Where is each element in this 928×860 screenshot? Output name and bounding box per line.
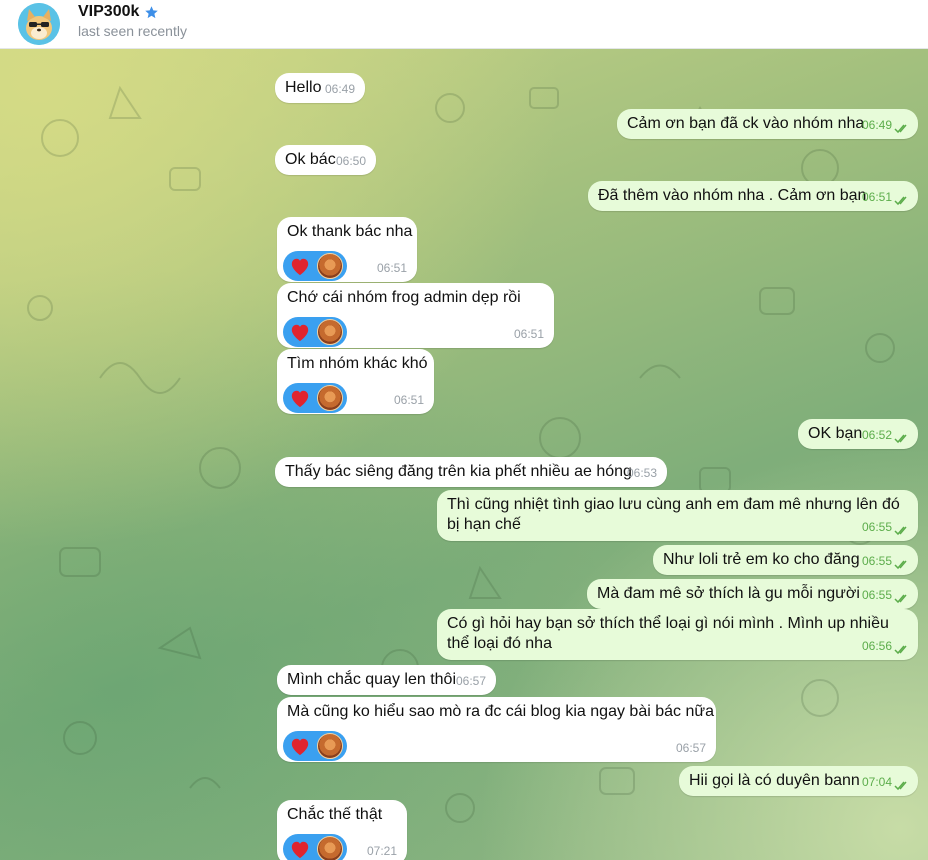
double-check-icon	[894, 196, 907, 206]
star-icon	[145, 5, 159, 18]
message-time: 07:04	[861, 775, 892, 789]
double-check-icon	[894, 594, 907, 604]
outgoing-message[interactable]: Hii gọi là có duyên bann 07:04	[679, 766, 918, 796]
incoming-message[interactable]: Mình chắc quay len thôi 06:57	[277, 665, 496, 695]
contact-avatar[interactable]	[18, 3, 60, 45]
message-text: Mà đam mê sở thích là gu mỗi người	[597, 585, 860, 602]
contact-status: last seen recently	[78, 23, 187, 39]
message-time: 06:55	[861, 554, 892, 568]
message-time: 06:53	[626, 466, 657, 480]
message-text: Mình chắc quay len thôi	[287, 671, 456, 688]
message-text: Hii gọi là có duyên bann	[689, 772, 860, 789]
outgoing-message[interactable]: Có gì hỏi hay bạn sở thích thể loại gì n…	[437, 609, 918, 660]
message-time: 06:50	[335, 154, 366, 168]
outgoing-message[interactable]: OK bạn 06:52	[798, 419, 918, 449]
contact-name[interactable]: VIP300k	[78, 3, 139, 21]
double-check-icon	[894, 124, 907, 134]
incoming-message[interactable]: Chớ cái nhóm frog admin dẹp rồi 06:51	[277, 283, 554, 348]
reactor-avatar	[317, 385, 343, 411]
incoming-message[interactable]: Thấy bác siêng đăng trên kia phết nhiều …	[275, 457, 667, 487]
incoming-message[interactable]: Mà cũng ko hiểu sao mò ra đc cái blog ki…	[277, 697, 716, 762]
reactor-avatar	[317, 836, 343, 860]
heart-reaction[interactable]	[283, 317, 347, 347]
reaction-bar	[283, 834, 347, 860]
message-text: Chớ cái nhóm frog admin dẹp rồi	[287, 289, 521, 306]
message-text: Như loli trẻ em ko cho đăng	[663, 551, 860, 568]
message-text: Có gì hỏi hay bạn sở thích thể loại gì n…	[447, 615, 889, 652]
heart-icon	[291, 324, 309, 342]
message-time: 06:49	[324, 82, 355, 96]
message-time: 06:52	[861, 428, 892, 442]
incoming-message[interactable]: Chắc thế thật 07:21	[277, 800, 407, 860]
outgoing-message[interactable]: Như loli trẻ em ko cho đăng 06:55	[653, 545, 918, 575]
message-time: 06:55	[861, 520, 892, 534]
outgoing-message[interactable]: Cảm ơn bạn đã ck vào nhóm nha 06:49	[617, 109, 918, 139]
double-check-icon	[894, 526, 907, 536]
message-time: 06:51	[376, 261, 407, 275]
incoming-message[interactable]: Ok thank bác nha 06:51	[277, 217, 417, 282]
message-text: Đã thêm vào nhóm nha . Cảm ơn bạn	[598, 187, 867, 204]
message-text: Thì cũng nhiệt tình giao lưu cùng anh em…	[447, 496, 900, 533]
double-check-icon	[894, 781, 907, 791]
heart-reaction[interactable]	[283, 383, 347, 413]
message-text: Mà cũng ko hiểu sao mò ra đc cái blog ki…	[287, 703, 714, 720]
message-text: Cảm ơn bạn đã ck vào nhóm nha	[627, 115, 865, 132]
heart-reaction[interactable]	[283, 251, 347, 281]
heart-icon	[291, 841, 309, 859]
double-check-icon	[894, 434, 907, 444]
message-time: 06:57	[675, 741, 706, 755]
reactor-avatar	[317, 253, 343, 279]
reaction-bar	[283, 317, 347, 347]
incoming-message[interactable]: Ok bác 06:50	[275, 145, 376, 175]
outgoing-message[interactable]: Thì cũng nhiệt tình giao lưu cùng anh em…	[437, 490, 918, 541]
incoming-message[interactable]: Hello 06:49	[275, 73, 365, 103]
message-time: 06:51	[861, 190, 892, 204]
double-check-icon	[894, 645, 907, 655]
message-time: 06:55	[861, 588, 892, 602]
message-time: 06:49	[861, 118, 892, 132]
incoming-message[interactable]: Tìm nhóm khác khó 06:51	[277, 349, 434, 414]
reactor-avatar	[317, 319, 343, 345]
chat-header: VIP300k last seen recently	[0, 0, 928, 49]
reaction-bar	[283, 383, 347, 413]
message-time: 06:51	[513, 327, 544, 341]
heart-reaction[interactable]	[283, 834, 347, 860]
chat-area[interactable]: Hello 06:49 Cảm ơn bạn đã ck vào nhóm nha 0…	[0, 48, 928, 860]
doge-avatar-icon	[18, 3, 60, 45]
message-text: Ok thank bác nha	[287, 223, 413, 240]
message-time: 07:21	[366, 844, 397, 858]
outgoing-message[interactable]: Đã thêm vào nhóm nha . Cảm ơn bạn 06:51	[588, 181, 918, 211]
message-text: Chắc thế thật	[287, 806, 383, 823]
heart-icon	[291, 738, 309, 756]
heart-reaction[interactable]	[283, 731, 347, 761]
message-time: 06:56	[861, 639, 892, 653]
reaction-bar	[283, 731, 347, 761]
double-check-icon	[894, 560, 907, 570]
message-text: Tìm nhóm khác khó	[287, 355, 428, 372]
reaction-bar	[283, 251, 347, 281]
message-text: Thấy bác siêng đăng trên kia phết nhiều …	[285, 463, 632, 480]
message-time: 06:57	[455, 674, 486, 688]
outgoing-message[interactable]: Mà đam mê sở thích là gu mỗi người 06:55	[587, 579, 918, 609]
message-text: Ok bác	[285, 151, 336, 168]
heart-icon	[291, 390, 309, 408]
message-time: 06:51	[393, 393, 424, 407]
message-text: OK bạn	[808, 425, 863, 442]
heart-icon	[291, 258, 309, 276]
reactor-avatar	[317, 733, 343, 759]
message-text: Hello	[285, 79, 322, 96]
